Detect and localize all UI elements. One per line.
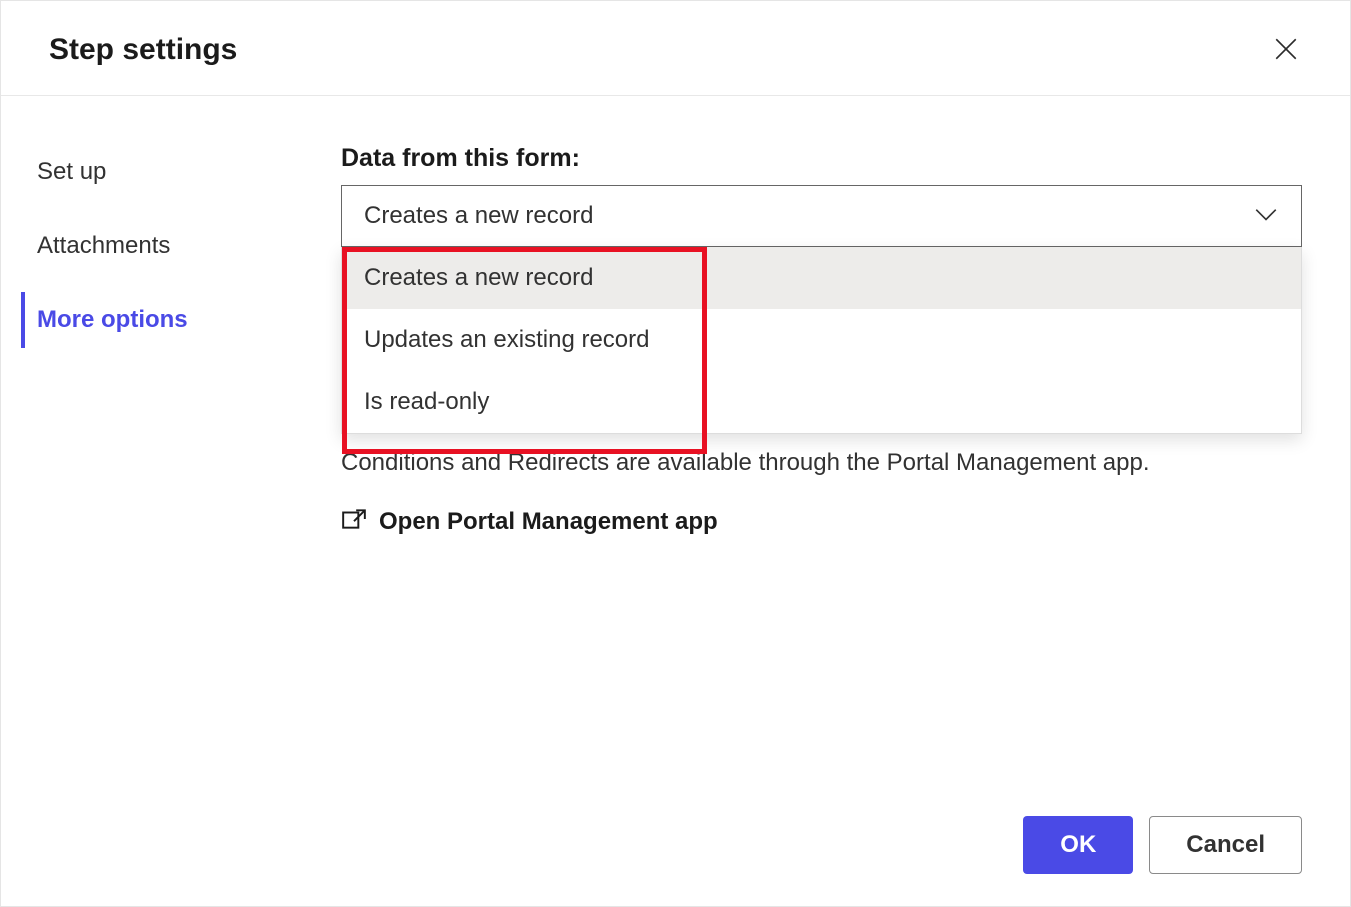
data-mode-dropdown[interactable]: Creates a new record	[341, 185, 1302, 247]
dropdown-option-create[interactable]: Creates a new record	[342, 247, 1301, 309]
dropdown-selected-value: Creates a new record	[364, 202, 593, 230]
button-label: Cancel	[1186, 831, 1265, 858]
dropdown-option-label: Updates an existing record	[364, 326, 650, 353]
settings-sidebar: Set up Attachments More options	[1, 144, 341, 536]
dialog-content: Set up Attachments More options Data fro…	[1, 96, 1350, 536]
sidebar-item-more-options[interactable]: More options	[21, 292, 341, 348]
close-icon	[1273, 36, 1299, 65]
close-button[interactable]	[1270, 34, 1302, 66]
dropdown-option-label: Creates a new record	[364, 264, 593, 291]
sidebar-item-setup[interactable]: Set up	[21, 144, 341, 200]
dropdown-option-readonly[interactable]: Is read-only	[342, 371, 1301, 433]
main-panel: Data from this form: Creates a new recor…	[341, 144, 1350, 536]
open-link-label: Open Portal Management app	[379, 508, 718, 536]
sidebar-item-label: More options	[37, 306, 188, 333]
form-label: Data from this form:	[341, 144, 1302, 173]
ok-button[interactable]: OK	[1023, 816, 1133, 874]
button-label: OK	[1060, 831, 1096, 858]
chevron-down-icon	[1253, 202, 1279, 230]
dropdown-list: Creates a new record Updates an existing…	[341, 247, 1302, 434]
cancel-button[interactable]: Cancel	[1149, 816, 1302, 874]
sidebar-item-label: Attachments	[37, 232, 170, 259]
dropdown-option-label: Is read-only	[364, 388, 489, 415]
sidebar-item-attachments[interactable]: Attachments	[21, 218, 341, 274]
description-text: Conditions and Redirects are available t…	[341, 446, 1302, 480]
open-external-icon	[341, 508, 367, 535]
dropdown-option-update[interactable]: Updates an existing record	[342, 309, 1301, 371]
dialog-title: Step settings	[49, 33, 237, 67]
open-portal-management-link[interactable]: Open Portal Management app	[341, 508, 1302, 536]
dialog-footer: OK Cancel	[1023, 816, 1302, 874]
sidebar-item-label: Set up	[37, 158, 106, 185]
dialog-header: Step settings	[1, 1, 1350, 96]
